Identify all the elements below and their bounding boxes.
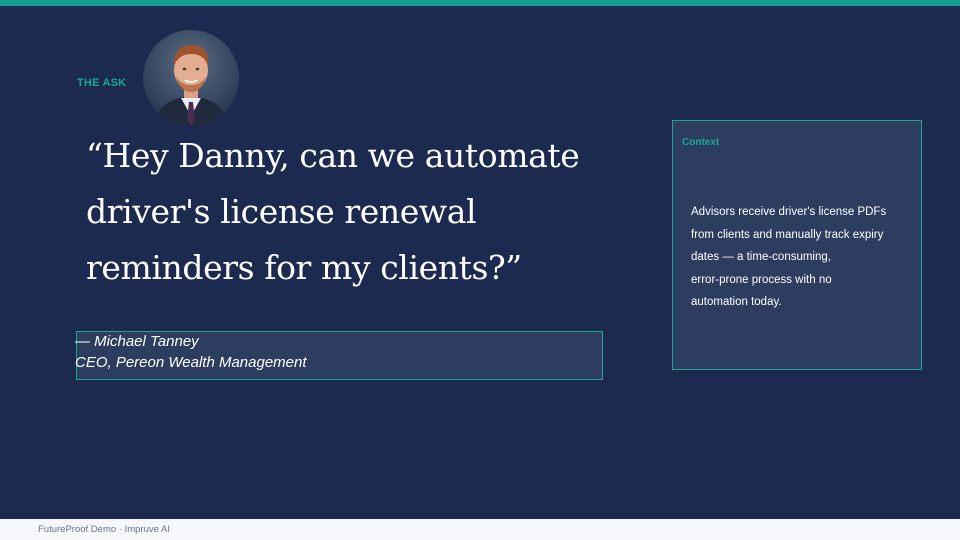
quote: “Hey Danny, can we automate driver's lic… <box>86 128 646 296</box>
attribution-box: — Michael Tanney CEO, Pereon Wealth Mana… <box>75 331 603 380</box>
quote-line: reminders for my clients?” <box>86 248 522 287</box>
attribution-name: — Michael Tanney <box>75 333 199 350</box>
context-line: from clients and manually track expiry <box>691 228 884 241</box>
context-panel: Context Advisors receive driver's licens… <box>672 120 922 370</box>
avatar-portrait <box>143 30 239 126</box>
context-label: Context <box>682 137 720 148</box>
context-line: automation today. <box>691 296 782 308</box>
accent-top-bar <box>0 0 960 6</box>
footer-text: FutureProof Demo · Impruve AI <box>38 524 170 535</box>
context-body: Advisors receive driver's license PDFs f… <box>691 201 917 314</box>
avatar <box>143 30 239 126</box>
quote-line: “Hey Danny, can we automate <box>86 136 580 175</box>
section-eyebrow: THE ASK <box>77 77 127 89</box>
context-line: error-prone process with no <box>691 273 832 286</box>
slide: THE ASK “Hey Danny, can we automate driv… <box>0 0 960 540</box>
quote-line: driver's license renewal <box>86 192 477 231</box>
context-line: dates — a time-consuming, <box>691 251 831 263</box>
context-line: Advisors receive driver's license PDFs <box>691 206 887 218</box>
attribution-role: CEO, Pereon Wealth Management <box>75 354 307 371</box>
footer-bar: FutureProof Demo · Impruve AI <box>0 519 960 540</box>
